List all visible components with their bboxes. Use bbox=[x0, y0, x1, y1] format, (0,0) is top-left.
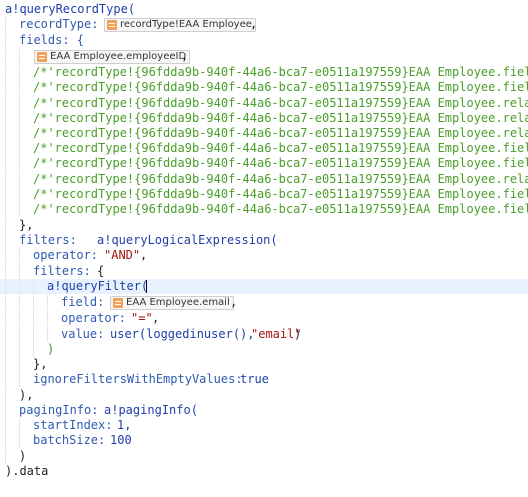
code-line-20: field: EAA Employee.email , bbox=[0, 295, 528, 310]
code-line-16: filters: a!queryLogicalExpression( bbox=[0, 233, 528, 248]
data-accessor: ).data bbox=[5, 464, 49, 478]
code-line-15: }, bbox=[0, 218, 528, 233]
code-comment-line: /*'recordType!{96fdda9b-940f-44a6-bca7-e… bbox=[0, 141, 528, 156]
code-line-1: a!queryRecordType( bbox=[0, 2, 528, 17]
record-type-token[interactable]: recordType!EAA Employee bbox=[104, 18, 256, 32]
code-line-4: EAA Employee.employeeID , bbox=[0, 49, 528, 64]
code-line-29: batchSize: 100 bbox=[0, 433, 528, 448]
employee-id-token[interactable]: EAA Employee.employeeID bbox=[34, 50, 191, 64]
record-type-icon bbox=[107, 20, 117, 30]
value-key: value: bbox=[61, 327, 105, 341]
user-call: user(loggedinuser(), bbox=[110, 327, 255, 341]
code-comment-line: /*'recordType!{96fdda9b-940f-44a6-bca7-e… bbox=[0, 80, 528, 95]
email-field-token[interactable]: EAA Employee.email bbox=[110, 296, 234, 310]
code-line-21: operator: "=" , bbox=[0, 311, 528, 326]
matching-paren: ) bbox=[47, 342, 55, 356]
field-key: field: bbox=[61, 295, 105, 309]
query-logical-expression-call: a!queryLogicalExpression( bbox=[97, 233, 278, 247]
code-line-22: value: user(loggedinuser(), "email" ) bbox=[0, 327, 528, 342]
batch-size-key: batchSize: bbox=[33, 433, 106, 447]
code-line-28: startIndex: 1, bbox=[0, 418, 528, 433]
operator-key: operator: bbox=[33, 248, 99, 262]
code-editor[interactable]: a!queryRecordType( recordType: recordTyp… bbox=[0, 0, 528, 497]
record-type-token-label: recordType!EAA Employee bbox=[120, 19, 252, 30]
ignore-filters-value: true bbox=[240, 372, 269, 386]
code-comment-line: /*'recordType!{96fdda9b-940f-44a6-bca7-e… bbox=[0, 172, 528, 187]
code-line-25: ignoreFiltersWithEmptyValues: true bbox=[0, 372, 528, 387]
start-index-value: 1, bbox=[117, 418, 132, 432]
fields-key: fields: { bbox=[19, 33, 85, 47]
code-comment-line: /*'recordType!{96fdda9b-940f-44a6-bca7-e… bbox=[0, 202, 528, 217]
filters-key: filters: bbox=[19, 233, 77, 247]
code-comment-line: /*'recordType!{96fdda9b-940f-44a6-bca7-e… bbox=[0, 187, 528, 202]
query-record-type-call: a!queryRecordType( bbox=[5, 2, 136, 16]
filter-operator-value: "=" bbox=[131, 311, 153, 325]
code-line-23: ) bbox=[0, 342, 528, 357]
code-comment-line: /*'recordType!{96fdda9b-940f-44a6-bca7-e… bbox=[0, 65, 528, 80]
code-line-19-active[interactable]: a!queryFilter( bbox=[0, 279, 528, 294]
code-line-26: ), bbox=[0, 388, 528, 403]
code-line-17: operator: "AND" , bbox=[0, 248, 528, 263]
ignore-filters-key: ignoreFiltersWithEmptyValues: bbox=[33, 372, 243, 386]
text-cursor bbox=[146, 280, 147, 293]
code-line-31: ).data bbox=[0, 464, 528, 479]
query-filter-call: a!queryFilter( bbox=[47, 279, 149, 293]
code-comment-line: /*'recordType!{96fdda9b-940f-44a6-bca7-e… bbox=[0, 126, 528, 141]
record-field-icon bbox=[113, 298, 123, 308]
code-line-30: ) bbox=[0, 449, 528, 464]
code-line-24: }, bbox=[0, 357, 528, 372]
code-comment-line: /*'recordType!{96fdda9b-940f-44a6-bca7-e… bbox=[0, 156, 528, 171]
code-line-18: filters: { bbox=[0, 264, 528, 279]
paging-info-key: pagingInfo: bbox=[19, 403, 99, 417]
code-comment-line: /*'recordType!{96fdda9b-940f-44a6-bca7-e… bbox=[0, 111, 528, 126]
operator-value: "AND" bbox=[104, 248, 141, 262]
nested-filters-key: filters: bbox=[33, 264, 91, 278]
code-comment-line: /*'recordType!{96fdda9b-940f-44a6-bca7-e… bbox=[0, 96, 528, 111]
record-field-icon bbox=[37, 52, 47, 62]
employee-id-token-label: EAA Employee.employeeID bbox=[50, 51, 187, 62]
code-line-27: pagingInfo: a!pagingInfo( bbox=[0, 403, 528, 418]
record-type-key: recordType: bbox=[19, 17, 99, 31]
filter-operator-key: operator: bbox=[61, 311, 127, 325]
email-field-token-label: EAA Employee.email bbox=[126, 297, 230, 308]
paging-info-call: a!pagingInfo( bbox=[104, 403, 198, 417]
code-line-3: fields: { bbox=[0, 33, 528, 48]
batch-size-value: 100 bbox=[110, 433, 132, 447]
start-index-key: startIndex: bbox=[33, 418, 113, 432]
code-line-2: recordType: recordType!EAA Employee , bbox=[0, 17, 528, 32]
